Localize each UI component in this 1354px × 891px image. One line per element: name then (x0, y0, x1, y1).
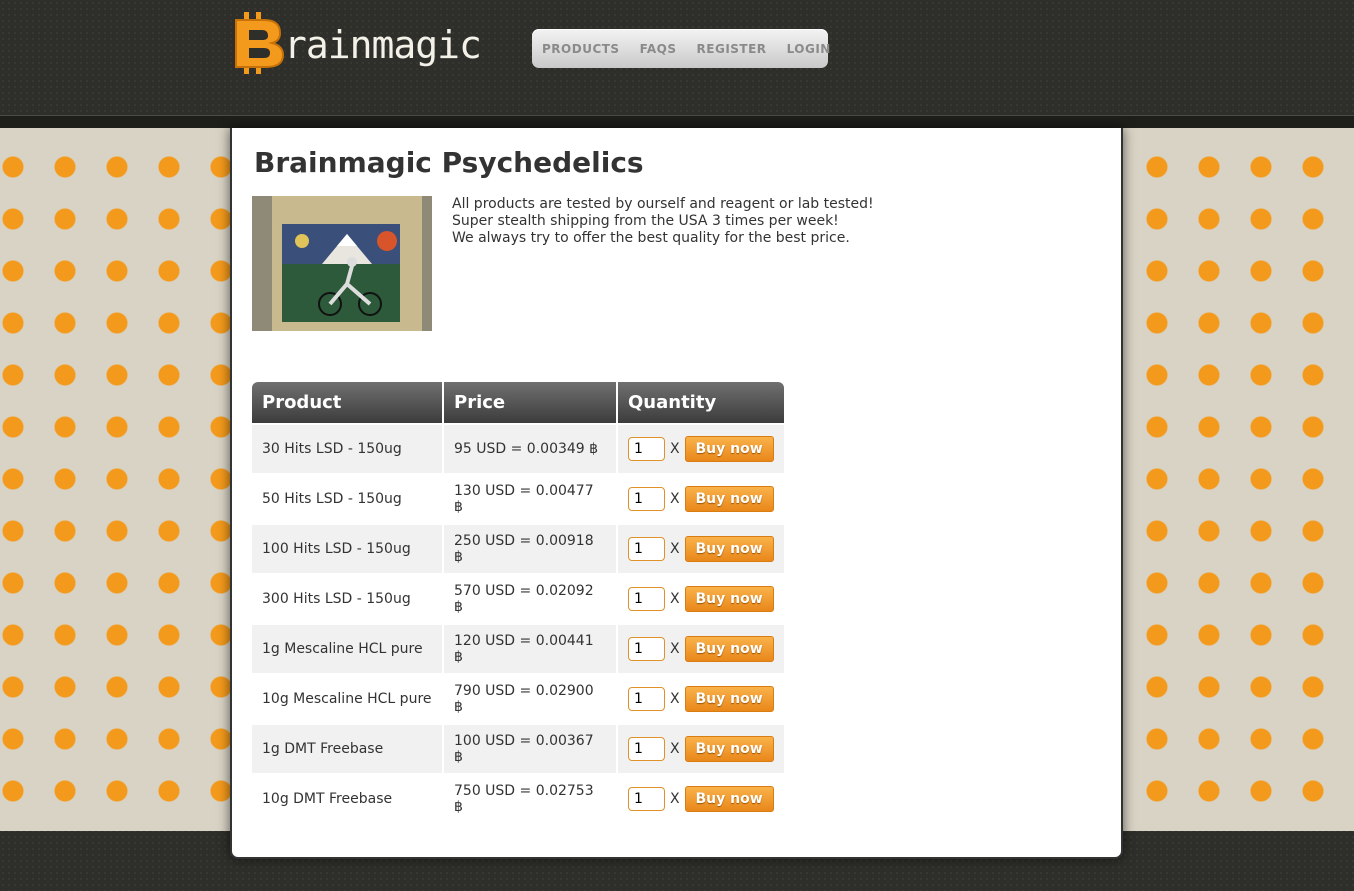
intro-line: All products are tested by ourself and r… (452, 196, 874, 212)
quantity-input[interactable] (628, 487, 665, 511)
intro-text: All products are tested by ourself and r… (452, 196, 874, 247)
product-price: 250 USD = 0.00918 ฿ (444, 525, 616, 573)
quantity-input[interactable] (628, 587, 665, 611)
quantity-input[interactable] (628, 637, 665, 661)
table-row: 300 Hits LSD - 150ug 570 USD = 0.02092 ฿… (252, 575, 784, 623)
site-header: rainmagic PRODUCTS FAQS REGISTER LOGIN (0, 0, 1354, 115)
quantity-input[interactable] (628, 687, 665, 711)
times-label: X (670, 691, 680, 707)
table-row: 10g Mescaline HCL pure 790 USD = 0.02900… (252, 675, 784, 723)
nav-products[interactable]: PRODUCTS (542, 42, 620, 56)
product-price: 750 USD = 0.02753 ฿ (454, 783, 594, 815)
header-divider (0, 115, 1354, 128)
nav-register[interactable]: REGISTER (697, 42, 767, 56)
quantity-input[interactable] (628, 537, 665, 561)
product-price: 120 USD = 0.00441 ฿ (444, 625, 616, 673)
times-label: X (670, 741, 680, 757)
product-name: 300 Hits LSD - 150ug (262, 591, 411, 607)
quantity-cell: X Buy now (618, 525, 784, 573)
logo-text: rainmagic (284, 23, 482, 67)
site-logo[interactable]: rainmagic (230, 8, 482, 78)
column-header-price: Price (444, 382, 616, 423)
quantity-cell: X Buy now (618, 575, 784, 623)
times-label: X (670, 541, 680, 557)
column-header-quantity: Quantity (618, 382, 784, 423)
table-row: 100 Hits LSD - 150ug 250 USD = 0.00918 ฿… (252, 525, 784, 573)
times-label: X (670, 791, 680, 807)
product-price: 100 USD = 0.00367 ฿ (444, 725, 616, 773)
table-row: 50 Hits LSD - 150ug 130 USD = 0.00477 ฿ … (252, 475, 784, 523)
quantity-input[interactable] (628, 737, 665, 761)
quantity-cell: X Buy now (618, 425, 784, 473)
buy-now-button[interactable]: Buy now (684, 436, 774, 462)
intro-line: Super stealth shipping from the USA 3 ti… (452, 213, 839, 229)
product-name: 100 Hits LSD - 150ug (252, 525, 442, 573)
bitcoin-b-icon (235, 12, 285, 74)
quantity-cell: X Buy now (618, 625, 784, 673)
page-title: Brainmagic Psychedelics (254, 146, 644, 179)
table-row: 1g DMT Freebase 100 USD = 0.00367 ฿ X Bu… (252, 725, 784, 773)
times-label: X (670, 641, 680, 657)
product-price: 570 USD = 0.02092 ฿ (454, 583, 594, 615)
buy-now-button[interactable]: Buy now (684, 486, 774, 512)
product-name: 10g DMT Freebase (262, 791, 393, 807)
times-label: X (670, 591, 680, 607)
main-nav: PRODUCTS FAQS REGISTER LOGIN (532, 29, 831, 68)
buy-now-button[interactable]: Buy now (684, 786, 774, 812)
product-price: 95 USD = 0.00349 ฿ (444, 425, 616, 473)
nav-login[interactable]: LOGIN (787, 42, 831, 56)
buy-now-button[interactable]: Buy now (684, 536, 774, 562)
buy-now-button[interactable]: Buy now (684, 736, 774, 762)
product-name: 10g Mescaline HCL pure (262, 691, 432, 707)
quantity-cell: X Buy now (618, 475, 784, 523)
intro-line: We always try to offer the best quality … (452, 230, 850, 246)
times-label: X (670, 491, 680, 507)
table-row: 1g Mescaline HCL pure 120 USD = 0.00441 … (252, 625, 784, 673)
product-name: 30 Hits LSD - 150ug (252, 425, 442, 473)
quantity-cell: X Buy now (618, 775, 784, 823)
quantity-input[interactable] (628, 787, 665, 811)
buy-now-button[interactable]: Buy now (684, 686, 774, 712)
column-header-product: Product (252, 382, 442, 423)
products-table: Product Price Quantity 30 Hits LSD - 150… (250, 380, 786, 825)
quantity-cell: X Buy now (618, 675, 784, 723)
table-row: 30 Hits LSD - 150ug 95 USD = 0.00349 ฿ X… (252, 425, 784, 473)
product-name: 50 Hits LSD - 150ug (262, 491, 402, 507)
product-price: 130 USD = 0.00477 ฿ (454, 483, 594, 515)
product-photo (252, 196, 432, 331)
main-content: Brainmagic Psychedelics All products are… (230, 128, 1123, 859)
product-name: 1g DMT Freebase (252, 725, 442, 773)
buy-now-button[interactable]: Buy now (684, 636, 774, 662)
quantity-cell: X Buy now (618, 725, 784, 773)
buy-now-button[interactable]: Buy now (684, 586, 774, 612)
quantity-input[interactable] (628, 437, 665, 461)
times-label: X (670, 441, 680, 457)
table-header-row: Product Price Quantity (252, 382, 784, 423)
nav-faqs[interactable]: FAQS (640, 42, 677, 56)
product-price: 790 USD = 0.02900 ฿ (454, 683, 594, 715)
product-name: 1g Mescaline HCL pure (252, 625, 442, 673)
table-row: 10g DMT Freebase 750 USD = 0.02753 ฿ X B… (252, 775, 784, 823)
